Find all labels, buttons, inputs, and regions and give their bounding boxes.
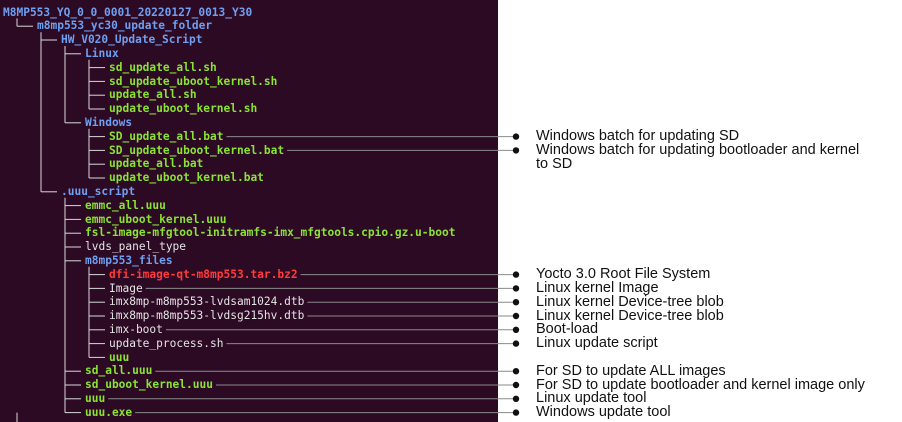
annotation-text-line: Linux update script [536,335,658,352]
annotation-dot [512,299,520,306]
annotation-dot [512,340,520,347]
annotation-text-line: Windows batch for updating bootloader an… [536,141,860,158]
annotation-text-line: to SD [536,155,573,172]
annotation-label: Windows batch for updating bootloader an… [536,141,860,172]
annotation-leaders [108,133,520,416]
annotation-text-line: For SD to update ALL images [536,362,726,379]
annotation-label: Linux kernel Device-tree blob [536,293,724,310]
annotation-label: Windows batch for updating SD [536,128,740,145]
annotation-dot [512,381,520,389]
annotation-text-line: Windows batch for updating SD [536,128,740,145]
annotation-text-line: Windows update tool [536,404,671,421]
annotation-dot [512,285,520,292]
annotation-dot [512,271,520,278]
annotation-dot [512,409,520,416]
annotation-label: Linux kernel Image [536,279,659,296]
annotation-dot [512,133,520,140]
annotation-label: For SD to update ALL images [536,362,726,379]
annotation-dot [512,368,520,375]
annotation-dot [512,326,520,333]
annotation-dot [512,312,520,320]
annotation-dot [512,147,520,154]
annotation-text-line: Linux kernel Image [536,279,659,296]
annotation-dot [512,395,520,402]
annotation-label: Windows update tool [536,404,671,421]
annotation-text-line: Yocto 3.0 Root File System [536,266,711,283]
annotation-label: Yocto 3.0 Root File System [536,266,711,283]
annotation-text-line: Linux kernel Device-tree blob [536,293,724,310]
annotation-label: Linux update script [536,335,658,352]
